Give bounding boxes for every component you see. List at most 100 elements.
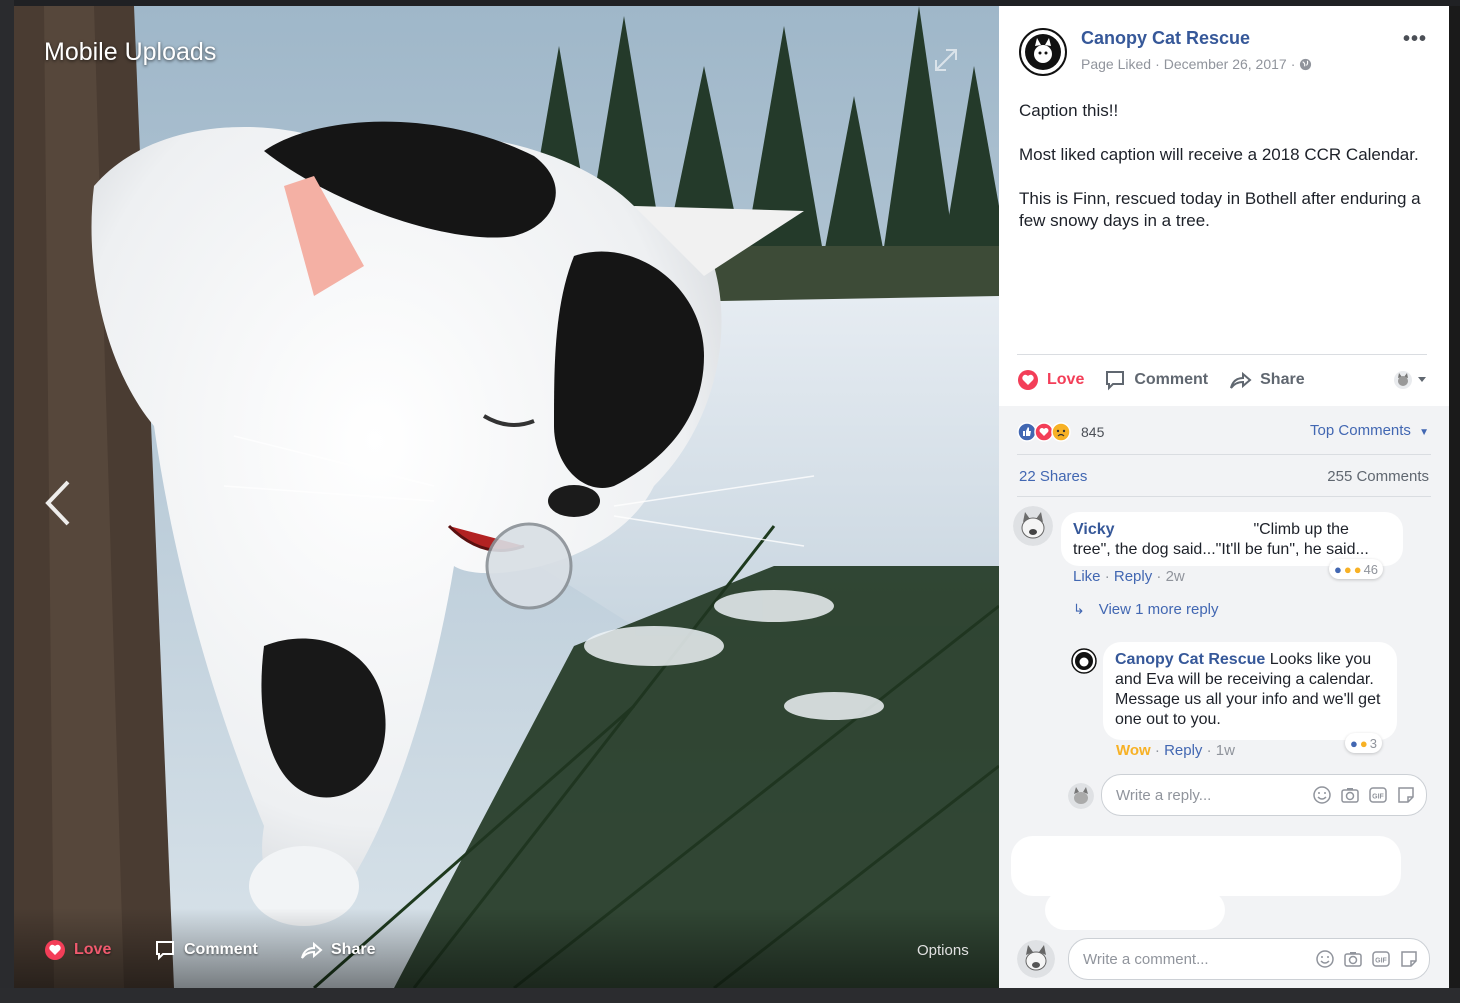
photo-love-label: Love — [74, 941, 112, 958]
share-button[interactable]: Share — [1228, 369, 1305, 391]
comment-label: Comment — [1134, 371, 1209, 388]
previous-photo-arrow-icon[interactable] — [42, 478, 74, 528]
comment-bubble: Vicky "Climb up the tree", the dog said.… — [1061, 512, 1403, 566]
redacted-comment — [1045, 890, 1225, 930]
wow-icon: ● — [1359, 735, 1368, 751]
reply-input-tools: GIF — [1312, 785, 1416, 805]
sticker-icon[interactable] — [1399, 949, 1419, 969]
comment-sort-dropdown[interactable]: Top Comments ▼ — [1310, 422, 1429, 439]
like-icon: ● — [1334, 561, 1342, 577]
redacted-comment — [1011, 836, 1401, 896]
comment-reactions[interactable]: ● ● ● 46 — [1329, 559, 1384, 579]
gif-icon[interactable]: GIF — [1371, 949, 1391, 969]
reply-time[interactable]: 1w — [1216, 742, 1235, 759]
post-as-selector[interactable] — [1393, 370, 1427, 390]
svg-text:GIF: GIF — [1372, 794, 1384, 801]
love-button[interactable]: Love — [1017, 369, 1084, 391]
comment-placeholder: Write a comment... — [1083, 950, 1209, 968]
view-more-replies-link[interactable]: ↳ View 1 more reply — [1073, 601, 1219, 618]
page-avatar[interactable] — [1019, 28, 1067, 76]
current-user-avatar — [1068, 783, 1094, 809]
more-options-icon[interactable]: ••• — [1403, 28, 1427, 51]
photo-comment-label: Comment — [184, 941, 258, 958]
photo-options-button[interactable]: Options — [917, 942, 969, 959]
reply-input[interactable]: Write a reply... GIF — [1101, 774, 1427, 816]
divider — [1017, 454, 1431, 455]
haha-icon: ● — [1343, 561, 1352, 577]
photo-share-label: Share — [331, 941, 376, 958]
comment-reply-link[interactable]: Reply — [1114, 568, 1152, 585]
page-name-link[interactable]: Canopy Cat Rescue — [1081, 28, 1250, 49]
photo-comment-button[interactable]: Comment — [154, 939, 258, 961]
photo-viewer[interactable]: Mobile Uploads Love Comment Share Option… — [14, 6, 999, 988]
globe-icon — [1300, 58, 1312, 70]
page-liked-label[interactable]: Page Liked — [1081, 56, 1151, 72]
reply-reactions[interactable]: ● ● 3 — [1345, 733, 1382, 753]
love-icon — [1018, 370, 1038, 390]
separator: · — [1104, 568, 1114, 585]
comment-like-link[interactable]: Like — [1073, 568, 1101, 585]
post-paragraph: This is Finn, rescued today in Bothell a… — [1019, 189, 1421, 230]
reply-reaction-count: 3 — [1369, 735, 1377, 751]
divider — [1017, 354, 1427, 355]
album-title[interactable]: Mobile Uploads — [44, 38, 216, 67]
shares-count-link[interactable]: 22 Shares — [1019, 468, 1087, 485]
comment-icon — [156, 941, 174, 961]
comment-sort-label: Top Comments — [1310, 422, 1411, 439]
share-icon — [1230, 371, 1252, 389]
reply-actions: Wow · Reply · 1w — [1116, 742, 1235, 759]
chevron-down-icon: ▼ — [1419, 427, 1429, 438]
reply-reply-link[interactable]: Reply — [1164, 742, 1202, 759]
reply-placeholder: Write a reply... — [1116, 786, 1212, 804]
reactions-summary[interactable]: 845 Top Comments ▼ — [1017, 420, 1429, 444]
sticker-icon[interactable] — [1396, 785, 1416, 805]
post-date[interactable]: December 26, 2017 — [1164, 56, 1287, 72]
gif-icon[interactable]: GIF — [1368, 785, 1388, 805]
comment-button[interactable]: Comment — [1104, 369, 1208, 391]
reply-wow-link[interactable]: Wow — [1116, 742, 1151, 759]
separator: · — [1156, 568, 1166, 585]
share-label: Share — [1260, 371, 1305, 388]
cat-photo — [14, 6, 999, 988]
comment-actions: Like · Reply · 2w — [1073, 568, 1185, 585]
comment-reaction-count: 46 — [1363, 561, 1379, 577]
comment-input[interactable]: Write a comment... GIF — [1068, 938, 1430, 980]
comment-icon — [1106, 371, 1125, 391]
emoji-icon[interactable] — [1315, 949, 1335, 969]
expand-icon[interactable] — [932, 46, 960, 74]
commenter-avatar[interactable] — [1013, 506, 1053, 546]
love-label: Love — [1047, 371, 1085, 388]
comments-count-link[interactable]: 255 Comments — [1327, 468, 1429, 485]
comment-author[interactable]: Vicky — [1073, 521, 1115, 538]
current-user-avatar — [1017, 940, 1055, 978]
camera-icon[interactable] — [1343, 949, 1363, 969]
view-more-label: View 1 more reply — [1098, 601, 1219, 618]
meta-separator: · — [1155, 56, 1160, 72]
like-icon: ● — [1350, 735, 1358, 751]
photo-love-button[interactable]: Love — [44, 939, 111, 961]
post-panel: Canopy Cat Rescue Page Liked · December … — [999, 6, 1449, 988]
camera-icon[interactable] — [1340, 785, 1360, 805]
user-avatar-icon — [1394, 371, 1412, 389]
svg-text:GIF: GIF — [1375, 958, 1387, 965]
reply-arrow-icon: ↳ — [1073, 601, 1085, 617]
divider — [1017, 496, 1431, 497]
post-paragraph: Caption this!! — [1019, 101, 1119, 120]
page-reply-avatar[interactable] — [1071, 648, 1097, 674]
photo-share-button[interactable]: Share — [299, 939, 375, 961]
post-paragraph: Most liked caption will receive a 2018 C… — [1019, 145, 1419, 164]
photo-action-bar: Love Comment Share Options — [14, 908, 999, 988]
emoji-icon[interactable] — [1312, 785, 1332, 805]
sad-icon: ● — [1353, 561, 1362, 577]
post-body: Caption this!! Most liked caption will r… — [1019, 100, 1431, 254]
comment-input-tools: GIF — [1315, 949, 1419, 969]
comment-text: "Climb up the tree", the dog said..."It'… — [1073, 521, 1369, 558]
reply-author[interactable]: Canopy Cat Rescue — [1115, 651, 1265, 668]
separator: · — [1154, 742, 1165, 759]
love-icon — [45, 940, 65, 960]
background-page-left — [0, 0, 14, 1003]
comment-time[interactable]: 2w — [1166, 568, 1185, 585]
post-actions: Love Comment Share — [1017, 364, 1427, 396]
share-icon — [301, 941, 323, 959]
separator: · — [1206, 742, 1216, 759]
